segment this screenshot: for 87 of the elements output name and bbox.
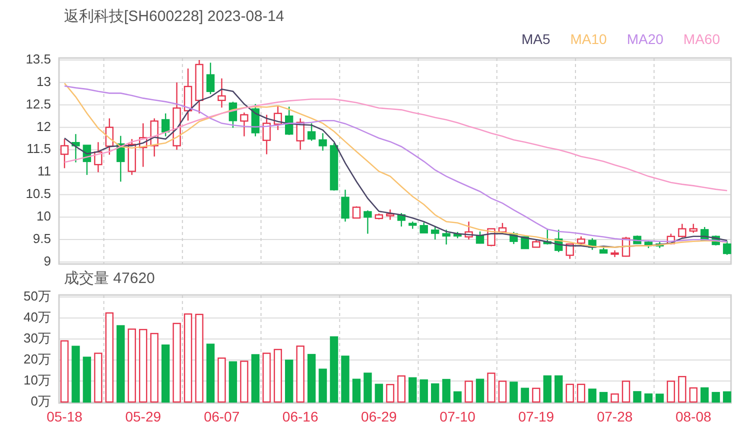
- candlestick: [318, 133, 327, 151]
- candlestick: [430, 226, 440, 240]
- date-label: 07-10: [440, 408, 476, 425]
- axis-label: 50万: [24, 290, 51, 304]
- legend-item: MA20: [626, 30, 664, 48]
- candlestick: [228, 102, 238, 128]
- legend-item: MA10: [570, 30, 607, 48]
- candlestick: [543, 228, 552, 244]
- candlestick: [352, 206, 361, 219]
- candlestick: [172, 82, 181, 150]
- candlestick: [330, 143, 338, 191]
- axis-label: 13: [36, 74, 51, 89]
- candlestick: [150, 118, 158, 156]
- candlestick: [285, 106, 294, 135]
- axis-label: 9: [44, 253, 51, 268]
- candlestick: [554, 230, 563, 252]
- axis-label: 30万: [24, 330, 51, 346]
- candlestick: [532, 240, 540, 248]
- axis-label: 10.5: [26, 186, 51, 202]
- candlestick: [599, 246, 608, 254]
- candlestick: [656, 241, 664, 248]
- candlestick: [82, 144, 92, 175]
- candlestick: [588, 238, 596, 250]
- candlestick: [576, 236, 586, 246]
- candlestick: [206, 62, 215, 94]
- candlestick: [240, 112, 248, 136]
- candlestick: [397, 213, 406, 227]
- candlestick: [520, 236, 530, 250]
- candlestick: [341, 190, 350, 222]
- axis-label: 0万: [30, 393, 51, 408]
- candlestick: [307, 123, 316, 141]
- axis-label: 20万: [24, 351, 51, 366]
- candlestick: [689, 224, 698, 233]
- candlestick: [442, 230, 450, 244]
- candlestick: [498, 222, 507, 234]
- candlestick: [94, 142, 102, 172]
- candlestick: [274, 106, 282, 130]
- candlestick: [678, 224, 686, 238]
- date-label: 06-29: [361, 408, 397, 425]
- candlestick: [296, 118, 304, 150]
- candlestick: [722, 240, 732, 255]
- axis-label: 11: [38, 164, 51, 179]
- candlestick: [666, 234, 676, 244]
- candlestick: [195, 60, 204, 114]
- candlestick: [408, 222, 417, 229]
- candlestick: [644, 240, 653, 248]
- candlestick: [161, 113, 170, 136]
- date-label: 07-28: [596, 408, 633, 425]
- date-label: 07-19: [518, 408, 554, 425]
- candlestick: [72, 134, 80, 162]
- date-label: 05-29: [125, 408, 162, 425]
- chart-title: 返利科技[SH600228] 2023-08-14: [64, 6, 284, 27]
- axis-label: 12: [36, 118, 51, 134]
- axis-label: 13.5: [26, 51, 51, 66]
- axis-label: 11.5: [26, 141, 51, 156]
- candlestick: [139, 123, 148, 167]
- candlestick: [116, 136, 125, 182]
- candlestick: [128, 139, 136, 175]
- legend-item: MA60: [683, 30, 720, 48]
- candlestick: [566, 243, 574, 259]
- axis-label: 40万: [24, 309, 51, 324]
- axis-label: 10: [36, 208, 51, 224]
- date-label: 05-18: [46, 408, 82, 425]
- legend-item: MA5: [521, 30, 550, 48]
- candlestick: [510, 232, 518, 244]
- candlestick: [364, 210, 372, 234]
- candlestick: [453, 232, 462, 238]
- volume-title: 成交量 47620: [64, 268, 155, 289]
- candlestick: [60, 139, 69, 168]
- candlestick: [374, 214, 384, 220]
- candlestick: [386, 209, 394, 220]
- candlestick: [251, 104, 260, 136]
- axis-label: 9.5: [32, 231, 51, 246]
- candlestick: [105, 118, 114, 155]
- date-label: 08-08: [675, 408, 712, 425]
- axis-label: 10万: [24, 372, 51, 388]
- date-label: 06-16: [282, 408, 318, 425]
- candlestick: [184, 68, 192, 121]
- candlestick: [633, 236, 642, 244]
- candlestick: [464, 222, 473, 240]
- date-label: 06-07: [204, 408, 240, 425]
- candlestick: [610, 250, 619, 258]
- candlestick: [420, 222, 428, 234]
- candlestick: [262, 114, 271, 154]
- candlestick: [476, 231, 484, 244]
- axis-label: 12.5: [26, 96, 51, 112]
- candlestick: [218, 78, 226, 108]
